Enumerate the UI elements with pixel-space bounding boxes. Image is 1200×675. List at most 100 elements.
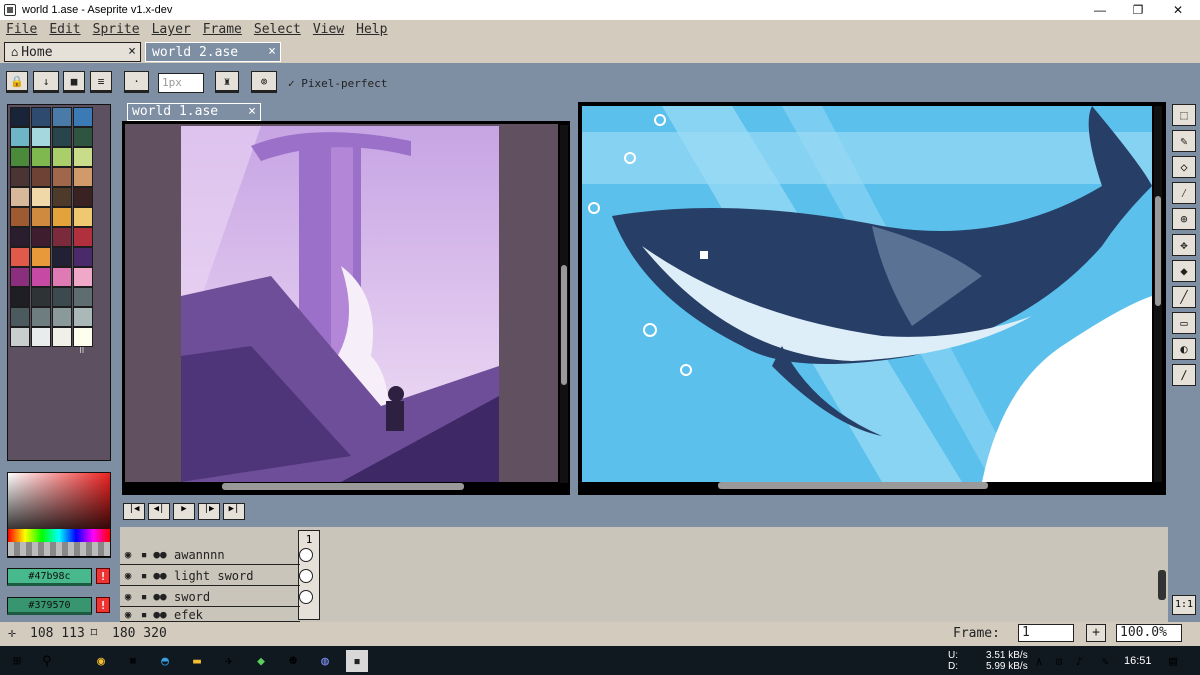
down-arrow-icon[interactable]: ↓ xyxy=(33,71,59,93)
menu-file[interactable]: File xyxy=(6,22,37,37)
palette-swatch[interactable] xyxy=(10,187,30,207)
lock-icon[interactable]: ▪ xyxy=(136,569,152,582)
menu-frame[interactable]: Frame xyxy=(203,22,242,37)
palette-swatch[interactable] xyxy=(10,287,30,307)
world-1-sprite-canvas[interactable] xyxy=(181,126,499,482)
palette-swatch[interactable] xyxy=(52,167,72,187)
palette-swatch[interactable] xyxy=(52,287,72,307)
palette-swatch[interactable] xyxy=(52,227,72,247)
edge-icon[interactable]: ◓ xyxy=(154,650,176,672)
zoom-tool-icon[interactable]: ⊕ xyxy=(1172,208,1196,230)
palette-swatch[interactable] xyxy=(10,327,30,347)
file-explorer-icon[interactable]: ▬ xyxy=(186,650,208,672)
editor-tab-world-1[interactable]: world 1.ase × xyxy=(127,103,261,121)
palette-swatch[interactable] xyxy=(31,107,51,127)
cel-dot-icon[interactable] xyxy=(299,548,313,562)
menu-help[interactable]: Help xyxy=(356,22,387,37)
palette-swatch[interactable] xyxy=(10,267,30,287)
layer-row[interactable]: ◉ ▪ ●● efek xyxy=(120,608,300,622)
previous-frame-button[interactable]: ◀| xyxy=(148,503,170,520)
play-button[interactable]: ▶ xyxy=(173,503,195,520)
palette-swatch[interactable] xyxy=(31,187,51,207)
steam-icon[interactable]: ✈ xyxy=(218,650,240,672)
palette-swatch[interactable] xyxy=(10,127,30,147)
palette-swatch[interactable] xyxy=(52,267,72,287)
palette-swatch[interactable] xyxy=(73,227,93,247)
zoom-1-1-button[interactable]: 1:1 xyxy=(1172,595,1196,615)
timeline-vscroll[interactable] xyxy=(1158,570,1166,600)
palette-swatch[interactable] xyxy=(31,267,51,287)
palette-swatch[interactable] xyxy=(73,187,93,207)
lock-icon[interactable]: ▪ xyxy=(136,590,152,603)
cel-dot-icon[interactable] xyxy=(299,590,313,604)
menu-edit[interactable]: Edit xyxy=(49,22,80,37)
palette-swatch[interactable] xyxy=(52,127,72,147)
volume-icon[interactable]: ♪ xyxy=(1068,650,1090,672)
layer-row[interactable]: ◉ ▪ ●● awannnn xyxy=(120,545,300,565)
palette-swatch[interactable] xyxy=(52,107,72,127)
last-frame-button[interactable]: ▶| xyxy=(223,503,245,520)
menu-layer[interactable]: Layer xyxy=(152,22,191,37)
tab-world-2[interactable]: world 2.ase × xyxy=(145,42,281,62)
palette-swatch[interactable] xyxy=(10,307,30,327)
lock-icon[interactable]: 🔒 xyxy=(6,71,28,93)
continuous-icon[interactable]: ●● xyxy=(152,569,168,582)
palette-swatch[interactable] xyxy=(10,167,30,187)
frame-input[interactable]: 1 xyxy=(1018,624,1074,642)
left-editor-hscroll[interactable] xyxy=(222,483,464,490)
palette-swatch[interactable] xyxy=(73,147,93,167)
lock-icon[interactable]: ▪ xyxy=(136,608,152,621)
palette-swatch[interactable] xyxy=(52,307,72,327)
palette-swatch[interactable] xyxy=(73,327,93,347)
palette-swatch[interactable] xyxy=(73,247,93,267)
fill-tool-icon[interactable]: ◆ xyxy=(1172,260,1196,282)
discord-icon[interactable]: ◍ xyxy=(314,650,336,672)
marquee-tool-icon[interactable]: ⬚ xyxy=(1172,104,1196,126)
layer-row[interactable]: ◉ ▪ ●● sword xyxy=(120,587,300,607)
palette-swatch[interactable] xyxy=(10,107,30,127)
app-launcher-icon[interactable]: ◉ xyxy=(90,650,112,672)
background-warning-icon[interactable]: ! xyxy=(96,597,110,613)
palette-swatch[interactable] xyxy=(10,207,30,227)
ink-jar-icon[interactable]: ♜ xyxy=(215,71,239,93)
palette-swatch[interactable] xyxy=(31,207,51,227)
palette-swatch[interactable] xyxy=(73,287,93,307)
world-2-sprite-canvas[interactable] xyxy=(582,106,1152,482)
square-icon[interactable]: ■ xyxy=(63,71,85,93)
lock-icon[interactable]: ▪ xyxy=(136,548,152,561)
hue-slider[interactable] xyxy=(8,529,110,542)
palette-swatch[interactable] xyxy=(10,227,30,247)
palette-swatch[interactable] xyxy=(31,327,51,347)
pencil-tool-icon[interactable]: ✎ xyxy=(1172,130,1196,152)
pen-icon[interactable]: ✎ xyxy=(1094,650,1116,672)
app-icon[interactable]: ☻ xyxy=(282,650,304,672)
palette-swatch[interactable] xyxy=(31,227,51,247)
pixel-perfect-checkbox[interactable]: ✓ Pixel-perfect xyxy=(288,77,387,90)
alpha-slider[interactable] xyxy=(8,542,110,556)
line-tool-icon[interactable]: ╱ xyxy=(1172,286,1196,308)
magnifier-icon[interactable]: ⊚ xyxy=(251,71,277,93)
aseprite-taskbar-icon[interactable]: ▪ xyxy=(346,650,368,672)
minimize-button[interactable]: — xyxy=(1080,0,1120,20)
cel-dot-icon[interactable] xyxy=(299,569,313,583)
continuous-icon[interactable]: ●● xyxy=(152,590,168,603)
app-icon[interactable]: ▦ xyxy=(122,650,144,672)
right-editor-vscroll[interactable] xyxy=(1154,106,1162,482)
tab-home-close-icon[interactable]: × xyxy=(128,44,136,59)
eye-icon[interactable]: ◉ xyxy=(120,590,136,603)
next-frame-button[interactable]: |▶ xyxy=(198,503,220,520)
continuous-icon[interactable]: ●● xyxy=(152,608,168,621)
palette-swatch[interactable] xyxy=(31,127,51,147)
palette-swatch[interactable] xyxy=(52,187,72,207)
palette-swatch[interactable] xyxy=(10,147,30,167)
palette-swatch[interactable] xyxy=(10,247,30,267)
layer-row[interactable]: ◉ ▪ ●● light sword xyxy=(120,566,300,586)
palette-swatch[interactable] xyxy=(73,267,93,287)
editor-tab-close-icon[interactable]: × xyxy=(248,104,256,120)
close-window-button[interactable]: ✕ xyxy=(1158,0,1198,20)
zoom-input[interactable]: 100.0% xyxy=(1116,624,1182,642)
menu-select[interactable]: Select xyxy=(254,22,301,37)
eraser-tool-icon[interactable]: ◇ xyxy=(1172,156,1196,178)
eye-icon[interactable]: ◉ xyxy=(120,548,136,561)
palette-swatch[interactable] xyxy=(73,167,93,187)
